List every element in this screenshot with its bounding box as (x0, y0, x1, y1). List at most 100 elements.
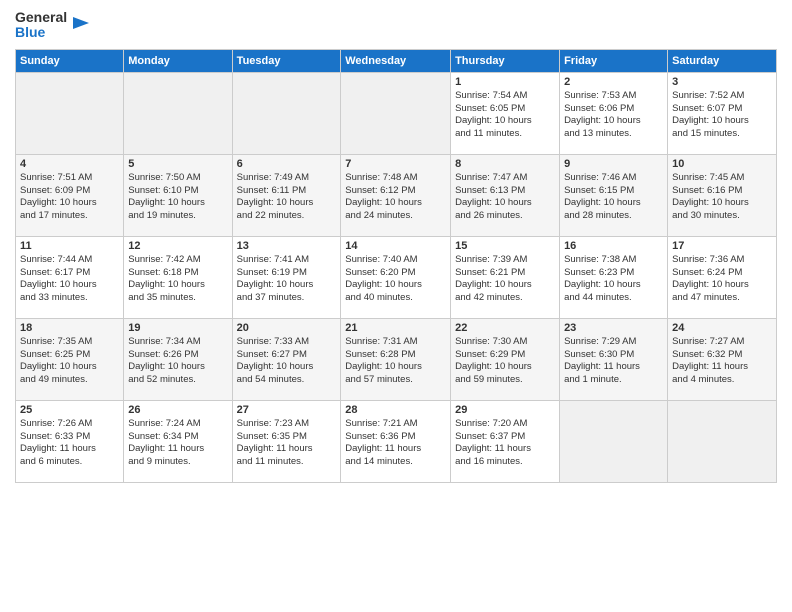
day-info: Sunrise: 7:35 AM Sunset: 6:25 PM Dayligh… (20, 336, 119, 387)
calendar-cell: 21 Sunrise: 7:31 AM Sunset: 6:28 PM Dayli… (341, 318, 451, 400)
calendar-cell: 3Sunrise: 7:52 AM Sunset: 6:07 PM Daylig… (668, 72, 777, 154)
calendar-cell: 27 Sunrise: 7:23 AM Sunset: 6:35 PM Dayli… (232, 400, 341, 482)
day-info: Sunrise: 7:30 AM Sunset: 6:29 PM Dayligh… (455, 336, 555, 387)
logo: General Blue (15, 10, 91, 41)
calendar-cell: 19 Sunrise: 7:34 AM Sunset: 6:26 PM Dayli… (124, 318, 232, 400)
day-number: 6 (237, 158, 337, 170)
day-number: 2 (564, 76, 663, 88)
calendar-cell: 20 Sunrise: 7:33 AM Sunset: 6:27 PM Dayli… (232, 318, 341, 400)
day-number: 23 (564, 322, 663, 334)
day-info: Sunrise: 7:50 AM Sunset: 6:10 PM Dayligh… (128, 172, 227, 223)
day-number: 20 (237, 322, 337, 334)
day-number: 22 (455, 322, 555, 334)
day-info: Sunrise: 7:40 AM Sunset: 6:20 PM Dayligh… (345, 254, 446, 305)
logo-general: General (15, 10, 67, 25)
day-info: Sunrise: 7:53 AM Sunset: 6:06 PM Dayligh… (564, 90, 663, 141)
calendar-cell (668, 400, 777, 482)
calendar-cell: 4 Sunrise: 7:51 AM Sunset: 6:09 PM Daylig… (16, 154, 124, 236)
day-info: Sunrise: 7:46 AM Sunset: 6:15 PM Dayligh… (564, 172, 663, 223)
day-info: Sunrise: 7:54 AM Sunset: 6:05 PM Dayligh… (455, 90, 555, 141)
day-info: Sunrise: 7:33 AM Sunset: 6:27 PM Dayligh… (237, 336, 337, 387)
calendar-table: SundayMondayTuesdayWednesdayThursdayFrid… (15, 49, 777, 483)
day-number: 29 (455, 404, 555, 416)
calendar-cell: 6 Sunrise: 7:49 AM Sunset: 6:11 PM Daylig… (232, 154, 341, 236)
day-number: 17 (672, 240, 772, 252)
day-info: Sunrise: 7:21 AM Sunset: 6:36 PM Dayligh… (345, 418, 446, 469)
day-number: 21 (345, 322, 446, 334)
calendar-cell: 2 Sunrise: 7:53 AM Sunset: 6:06 PM Daylig… (560, 72, 668, 154)
day-number: 10 (672, 158, 772, 170)
day-number: 19 (128, 322, 227, 334)
day-info: Sunrise: 7:23 AM Sunset: 6:35 PM Dayligh… (237, 418, 337, 469)
day-info: Sunrise: 7:20 AM Sunset: 6:37 PM Dayligh… (455, 418, 555, 469)
column-header-tuesday: Tuesday (232, 49, 341, 72)
day-number: 25 (20, 404, 119, 416)
calendar-cell: 12 Sunrise: 7:42 AM Sunset: 6:18 PM Dayli… (124, 236, 232, 318)
calendar-cell (560, 400, 668, 482)
calendar-cell: 7Sunrise: 7:48 AM Sunset: 6:12 PM Daylig… (341, 154, 451, 236)
column-header-monday: Monday (124, 49, 232, 72)
day-number: 7 (345, 158, 446, 170)
calendar-cell: 23Sunrise: 7:29 AM Sunset: 6:30 PM Dayli… (560, 318, 668, 400)
column-header-sunday: Sunday (16, 49, 124, 72)
day-info: Sunrise: 7:45 AM Sunset: 6:16 PM Dayligh… (672, 172, 772, 223)
day-info: Sunrise: 7:24 AM Sunset: 6:34 PM Dayligh… (128, 418, 227, 469)
calendar-cell: 8 Sunrise: 7:47 AM Sunset: 6:13 PM Daylig… (451, 154, 560, 236)
calendar-cell (232, 72, 341, 154)
day-number: 27 (237, 404, 337, 416)
day-info: Sunrise: 7:31 AM Sunset: 6:28 PM Dayligh… (345, 336, 446, 387)
column-header-thursday: Thursday (451, 49, 560, 72)
calendar-cell (16, 72, 124, 154)
day-info: Sunrise: 7:36 AM Sunset: 6:24 PM Dayligh… (672, 254, 772, 305)
calendar-cell (341, 72, 451, 154)
week-row-0: 1 Sunrise: 7:54 AM Sunset: 6:05 PM Daylig… (16, 72, 777, 154)
calendar-cell: 18Sunrise: 7:35 AM Sunset: 6:25 PM Dayli… (16, 318, 124, 400)
day-number: 12 (128, 240, 227, 252)
logo-blue: Blue (15, 25, 67, 40)
logo-arrow-icon (71, 13, 91, 33)
header: General Blue (15, 10, 777, 41)
calendar-cell: 15 Sunrise: 7:39 AM Sunset: 6:21 PM Dayli… (451, 236, 560, 318)
calendar-cell: 24Sunrise: 7:27 AM Sunset: 6:32 PM Dayli… (668, 318, 777, 400)
day-info: Sunrise: 7:42 AM Sunset: 6:18 PM Dayligh… (128, 254, 227, 305)
day-info: Sunrise: 7:44 AM Sunset: 6:17 PM Dayligh… (20, 254, 119, 305)
day-number: 5 (128, 158, 227, 170)
calendar-cell: 28Sunrise: 7:21 AM Sunset: 6:36 PM Dayli… (341, 400, 451, 482)
column-header-saturday: Saturday (668, 49, 777, 72)
day-number: 1 (455, 76, 555, 88)
calendar-cell: 14 Sunrise: 7:40 AM Sunset: 6:20 PM Dayli… (341, 236, 451, 318)
calendar-cell: 29 Sunrise: 7:20 AM Sunset: 6:37 PM Dayli… (451, 400, 560, 482)
calendar-cell (124, 72, 232, 154)
day-number: 9 (564, 158, 663, 170)
day-info: Sunrise: 7:47 AM Sunset: 6:13 PM Dayligh… (455, 172, 555, 223)
page-container: General Blue SundayMondayTuesdayWednesda… (0, 0, 792, 488)
calendar-cell: 25 Sunrise: 7:26 AM Sunset: 6:33 PM Dayli… (16, 400, 124, 482)
day-number: 14 (345, 240, 446, 252)
day-info: Sunrise: 7:41 AM Sunset: 6:19 PM Dayligh… (237, 254, 337, 305)
day-number: 13 (237, 240, 337, 252)
day-number: 26 (128, 404, 227, 416)
day-info: Sunrise: 7:52 AM Sunset: 6:07 PM Dayligh… (672, 90, 772, 141)
calendar-cell: 5 Sunrise: 7:50 AM Sunset: 6:10 PM Daylig… (124, 154, 232, 236)
calendar-cell: 16 Sunrise: 7:38 AM Sunset: 6:23 PM Dayli… (560, 236, 668, 318)
day-info: Sunrise: 7:27 AM Sunset: 6:32 PM Dayligh… (672, 336, 772, 387)
day-number: 8 (455, 158, 555, 170)
header-row: SundayMondayTuesdayWednesdayThursdayFrid… (16, 49, 777, 72)
day-info: Sunrise: 7:26 AM Sunset: 6:33 PM Dayligh… (20, 418, 119, 469)
day-info: Sunrise: 7:34 AM Sunset: 6:26 PM Dayligh… (128, 336, 227, 387)
week-row-1: 4 Sunrise: 7:51 AM Sunset: 6:09 PM Daylig… (16, 154, 777, 236)
calendar-cell: 11Sunrise: 7:44 AM Sunset: 6:17 PM Dayli… (16, 236, 124, 318)
week-row-3: 18Sunrise: 7:35 AM Sunset: 6:25 PM Dayli… (16, 318, 777, 400)
column-header-friday: Friday (560, 49, 668, 72)
calendar-cell: 26 Sunrise: 7:24 AM Sunset: 6:34 PM Dayli… (124, 400, 232, 482)
day-info: Sunrise: 7:38 AM Sunset: 6:23 PM Dayligh… (564, 254, 663, 305)
day-info: Sunrise: 7:39 AM Sunset: 6:21 PM Dayligh… (455, 254, 555, 305)
day-number: 16 (564, 240, 663, 252)
column-header-wednesday: Wednesday (341, 49, 451, 72)
calendar-cell: 13 Sunrise: 7:41 AM Sunset: 6:19 PM Dayli… (232, 236, 341, 318)
day-info: Sunrise: 7:49 AM Sunset: 6:11 PM Dayligh… (237, 172, 337, 223)
day-number: 15 (455, 240, 555, 252)
day-info: Sunrise: 7:51 AM Sunset: 6:09 PM Dayligh… (20, 172, 119, 223)
day-number: 4 (20, 158, 119, 170)
calendar-cell: 10 Sunrise: 7:45 AM Sunset: 6:16 PM Dayli… (668, 154, 777, 236)
